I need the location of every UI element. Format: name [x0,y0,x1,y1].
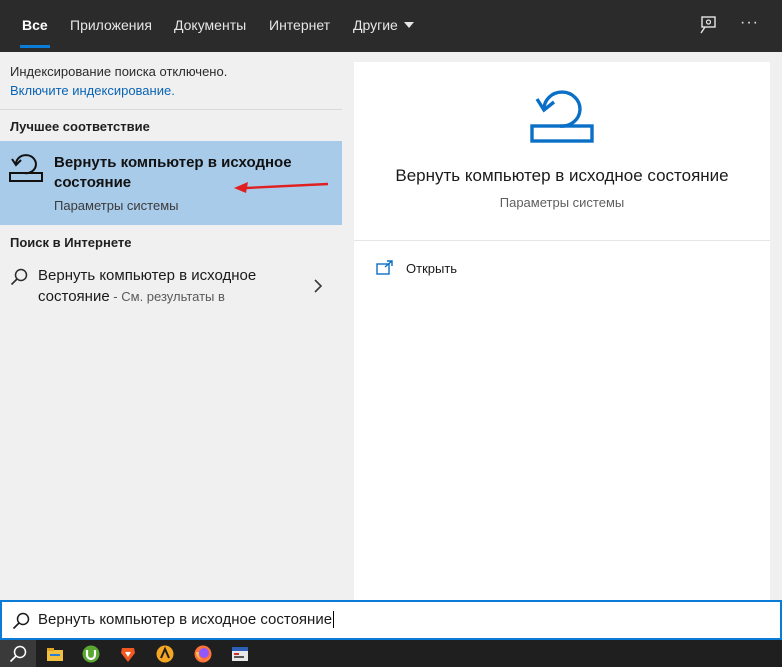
best-match-header: Лучшее соответствие [10,119,150,134]
preview-subtitle: Параметры системы [499,195,625,210]
tab-label: Другие [353,17,398,33]
preview-pane: Вернуть компьютер в исходное состояние П… [354,62,770,600]
tab-label: Приложения [70,17,152,33]
tab-documents[interactable]: Документы [174,0,246,52]
system-reset-icon [530,90,594,143]
results-pane: Индексирование поиска отключено. Включит… [0,52,342,600]
indexing-notice: Индексирование поиска отключено. [10,64,228,79]
web-search-suffix: - См. результаты в [109,289,225,304]
tab-label: Интернет [269,17,331,33]
brave-icon[interactable] [118,644,138,664]
tab-label: Документы [174,17,247,33]
tab-apps[interactable]: Приложения [70,0,152,52]
aimp-icon[interactable] [155,644,175,664]
divider [0,109,342,110]
enable-indexing-link[interactable]: Включите индексирование. [10,83,175,98]
chevron-right-icon[interactable] [312,278,324,294]
file-explorer-icon[interactable] [45,644,65,664]
taskbar-search-button[interactable] [0,640,36,667]
search-icon [10,268,28,286]
web-search-item[interactable]: Вернуть компьютер в исходное состояние -… [0,262,342,312]
best-match-subtitle: Параметры системы [54,198,179,213]
search-icon [12,612,30,630]
web-search-title: Вернуть компьютер в исходное состояние -… [38,265,278,307]
tab-internet[interactable]: Интернет [269,0,330,52]
firefox-icon[interactable] [193,644,213,664]
open-label: Открыть [406,261,458,276]
system-reset-icon [9,154,43,182]
web-search-header: Поиск в Интернете [10,235,132,250]
divider [354,240,770,241]
taskbar [0,640,782,667]
search-input-value: Вернуть компьютер в исходное состояние [38,611,335,628]
preview-header: Вернуть компьютер в исходное состояние П… [354,62,770,240]
preview-title: Вернуть компьютер в исходное состояние [395,166,729,185]
app-icon[interactable] [230,644,250,664]
best-match-item[interactable]: Вернуть компьютер в исходное состояние П… [0,141,342,225]
search-filter-tabbar: Все Приложения Документы Интернет Другие… [0,0,782,52]
tab-other[interactable]: Другие [353,0,414,52]
annotation-arrow-icon [234,182,329,193]
open-external-icon [376,260,393,275]
search-icon [9,645,27,663]
search-input[interactable]: Вернуть компьютер в исходное состояние [0,600,782,640]
more-options-icon[interactable]: ··· [740,0,759,52]
tab-label: Все [22,17,48,33]
feedback-icon[interactable] [697,14,719,36]
tab-all[interactable]: Все [20,0,50,52]
chevron-down-icon [403,22,414,29]
utorrent-icon[interactable] [81,644,101,664]
